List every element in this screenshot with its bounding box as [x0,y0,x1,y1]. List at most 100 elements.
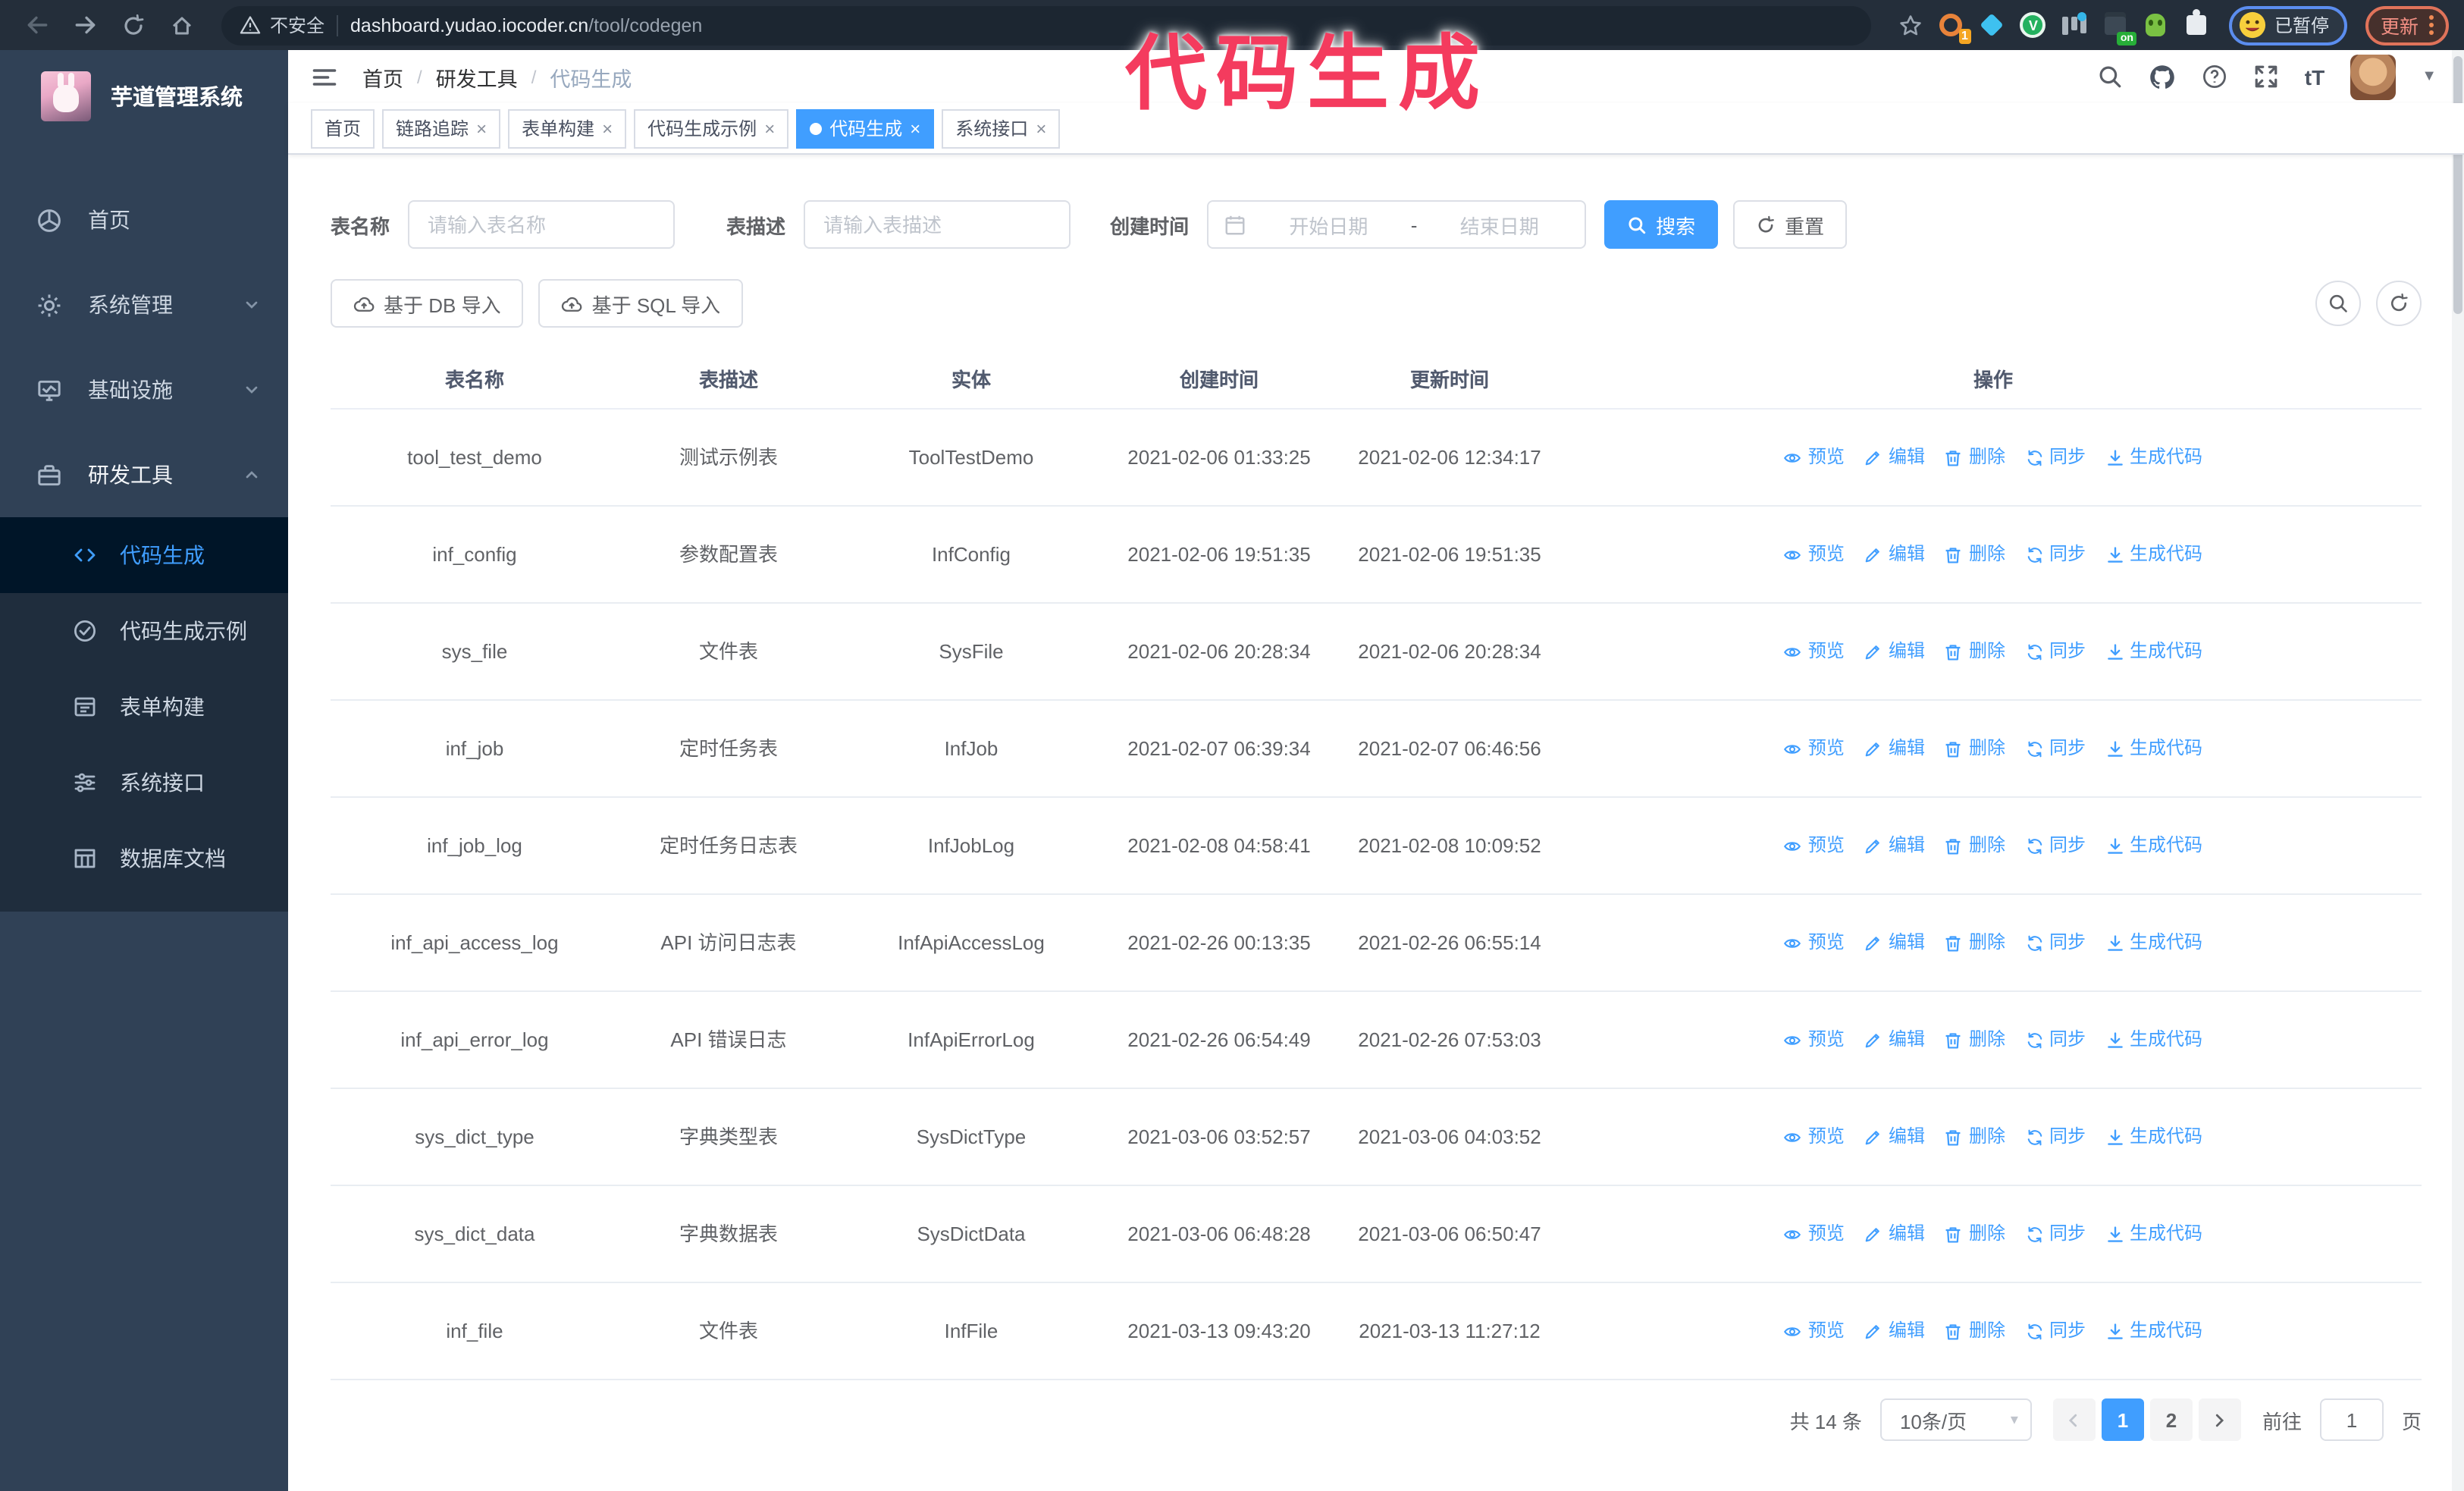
end-date-placeholder[interactable]: 结束日期 [1429,210,1569,239]
delete-link[interactable]: 删除 [1945,831,2005,862]
page-button-2[interactable]: 2 [2149,1398,2193,1442]
user-menu-caret-icon[interactable]: ▼ [2422,68,2437,85]
sync-link[interactable]: 同步 [2025,1122,2086,1153]
user-avatar[interactable] [2350,54,2397,99]
browser-forward-icon[interactable] [64,4,106,46]
browser-back-icon[interactable] [15,4,58,46]
import-db-button[interactable]: 基于 DB 导入 [331,279,524,328]
sidebar-item-infra[interactable]: 基础设施 [0,347,288,432]
edit-link[interactable]: 编辑 [1864,637,1925,667]
breadcrumb-home[interactable]: 首页 [362,61,403,92]
sidebar-subitem-codegen[interactable]: 代码生成 [0,517,288,593]
preview-link[interactable]: 预览 [1784,1122,1845,1153]
preview-link[interactable]: 预览 [1784,1219,1845,1250]
preview-link[interactable]: 预览 [1784,540,1845,570]
preview-link[interactable]: 预览 [1784,928,1845,959]
start-date-placeholder[interactable]: 开始日期 [1259,210,1399,239]
preview-link[interactable]: 预览 [1784,1025,1845,1056]
sync-link[interactable]: 同步 [2025,540,2086,570]
page-scrollbar[interactable] [2452,50,2464,1491]
sidebar-subitem-db-doc[interactable]: 数据库文档 [0,821,288,896]
refresh-table-button[interactable] [2376,281,2422,326]
generate-code-link[interactable]: 生成代码 [2105,928,2202,959]
preview-link[interactable]: 预览 [1784,637,1845,667]
sync-link[interactable]: 同步 [2025,831,2086,862]
fullscreen-icon[interactable] [2253,64,2279,89]
url-text[interactable]: dashboard.yudao.iocoder.cn/tool/codegen [350,14,702,36]
edit-link[interactable]: 编辑 [1864,540,1925,570]
generate-code-link[interactable]: 生成代码 [2105,443,2202,473]
generate-code-link[interactable]: 生成代码 [2105,1025,2202,1056]
delete-link[interactable]: 删除 [1945,1025,2005,1056]
tab-codegen[interactable]: 代码生成 × [796,108,935,148]
sidebar-subitem-codegen-example[interactable]: 代码生成示例 [0,593,288,669]
goto-page-input[interactable] [2319,1398,2384,1442]
generate-code-link[interactable]: 生成代码 [2105,831,2202,862]
prev-page-button[interactable] [2052,1398,2096,1442]
preview-link[interactable]: 预览 [1784,1317,1845,1347]
page-size-select[interactable]: 10条/页 ▾ [1879,1398,2032,1442]
preview-link[interactable]: 预览 [1784,734,1845,764]
browser-home-icon[interactable] [161,4,203,46]
browser-reload-icon[interactable] [112,4,155,46]
sync-link[interactable]: 同步 [2025,1025,2086,1056]
edit-link[interactable]: 编辑 [1864,734,1925,764]
extension-icon-alien[interactable] [2143,11,2170,39]
sidebar-logo-row[interactable]: 芋道管理系统 [0,50,288,141]
generate-code-link[interactable]: 生成代码 [2105,1317,2202,1347]
import-sql-button[interactable]: 基于 SQL 导入 [538,279,744,328]
sidebar-collapse-icon[interactable] [288,63,350,90]
page-button-1[interactable]: 1 [2101,1398,2144,1442]
preview-link[interactable]: 预览 [1784,831,1845,862]
sync-link[interactable]: 同步 [2025,1219,2086,1250]
table-name-input[interactable] [408,200,676,249]
edit-link[interactable]: 编辑 [1864,831,1925,862]
tab-home[interactable]: 首页 [311,108,375,148]
sync-link[interactable]: 同步 [2025,734,2086,764]
edit-link[interactable]: 编辑 [1864,1025,1925,1056]
reset-button[interactable]: 重置 [1733,200,1848,249]
delete-link[interactable]: 删除 [1945,443,2005,473]
close-icon[interactable]: × [1036,118,1046,139]
sync-link[interactable]: 同步 [2025,1317,2086,1347]
extension-icon-dark[interactable]: on [2102,11,2136,45]
preview-link[interactable]: 预览 [1784,443,1845,473]
sidebar-subitem-form-builder[interactable]: 表单构建 [0,669,288,745]
tab-form-builder[interactable]: 表单构建 × [508,108,627,148]
extension-icon-gem[interactable] [1979,11,2006,39]
generate-code-link[interactable]: 生成代码 [2105,1219,2202,1250]
sidebar-item-home[interactable]: 首页 [0,177,288,262]
sync-link[interactable]: 同步 [2025,443,2086,473]
github-icon[interactable] [2149,63,2176,90]
bookmark-star-icon[interactable] [1889,4,1932,46]
date-range-picker[interactable]: 开始日期 - 结束日期 [1207,200,1587,249]
close-icon[interactable]: × [764,118,775,139]
breadcrumb-devtools[interactable]: 研发工具 [436,61,518,92]
address-bar[interactable]: 不安全 dashboard.yudao.iocoder.cn/tool/code… [221,5,1871,45]
sync-link[interactable]: 同步 [2025,637,2086,667]
delete-link[interactable]: 删除 [1945,928,2005,959]
help-icon[interactable] [2202,64,2227,89]
extension-icon-columns[interactable] [2061,11,2088,39]
edit-link[interactable]: 编辑 [1864,1317,1925,1347]
security-chip[interactable]: 不安全 [240,12,324,38]
delete-link[interactable]: 删除 [1945,1317,2005,1347]
show-search-button[interactable] [2315,281,2361,326]
browser-menu-icon[interactable] [2429,15,2434,35]
delete-link[interactable]: 删除 [1945,1219,2005,1250]
browser-profile-chip[interactable]: 已暂停 [2228,5,2347,45]
browser-update-button[interactable]: 更新 [2365,5,2449,45]
tab-codegen-example[interactable]: 代码生成示例 × [634,108,789,148]
generate-code-link[interactable]: 生成代码 [2105,734,2202,764]
delete-link[interactable]: 删除 [1945,637,2005,667]
generate-code-link[interactable]: 生成代码 [2105,1122,2202,1153]
sidebar-subitem-system-api[interactable]: 系统接口 [0,745,288,821]
extension-icon-orange[interactable]: 1 [1938,11,1971,43]
generate-code-link[interactable]: 生成代码 [2105,637,2202,667]
delete-link[interactable]: 删除 [1945,540,2005,570]
edit-link[interactable]: 编辑 [1864,928,1925,959]
delete-link[interactable]: 删除 [1945,1122,2005,1153]
extension-icon-puzzle[interactable] [2183,9,2211,39]
delete-link[interactable]: 删除 [1945,734,2005,764]
generate-code-link[interactable]: 生成代码 [2105,540,2202,570]
